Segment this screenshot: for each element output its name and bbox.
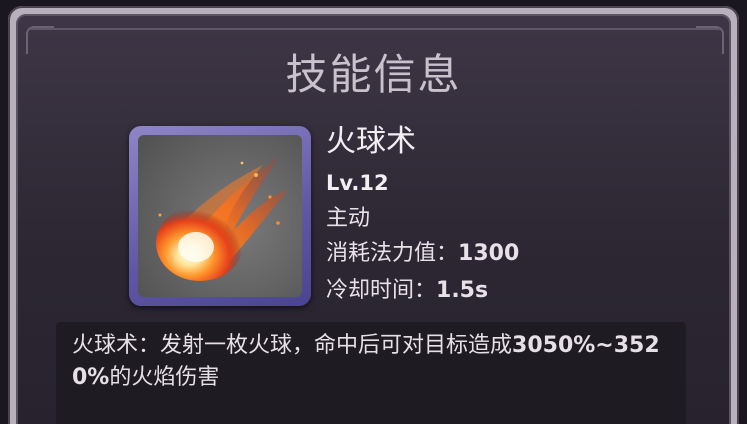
cooldown-row: 冷却时间：1.5s	[326, 275, 488, 307]
skill-icon-frame[interactable]	[129, 126, 311, 306]
cooldown-label: 冷却时间：	[326, 278, 437, 303]
mana-cost-value: 1300	[458, 241, 520, 266]
skill-info-screen: 技能信息 火球术 Lv.12 主动 消耗法力值：1300 冷却时间：1.5s 火…	[0, 0, 747, 424]
fireball-icon	[138, 135, 302, 297]
description-suffix: 的火焰伤害	[109, 365, 220, 390]
description-prefix: 火球术：发射一枚火球，命中后可对目标造成	[72, 333, 513, 358]
skill-description: 火球术：发射一枚火球，命中后可对目标造成3050%~3520%的火焰伤害	[72, 330, 672, 394]
skill-type: 主动	[326, 206, 371, 231]
panel-title: 技能信息	[285, 50, 462, 99]
skill-name: 火球术	[326, 124, 416, 159]
skill-level: Lv.12	[326, 171, 389, 195]
title-divider-top	[30, 28, 720, 30]
cooldown-value: 1.5s	[436, 278, 489, 303]
mana-cost-row: 消耗法力值：1300	[326, 238, 519, 270]
mana-cost-label: 消耗法力值：	[326, 241, 459, 266]
